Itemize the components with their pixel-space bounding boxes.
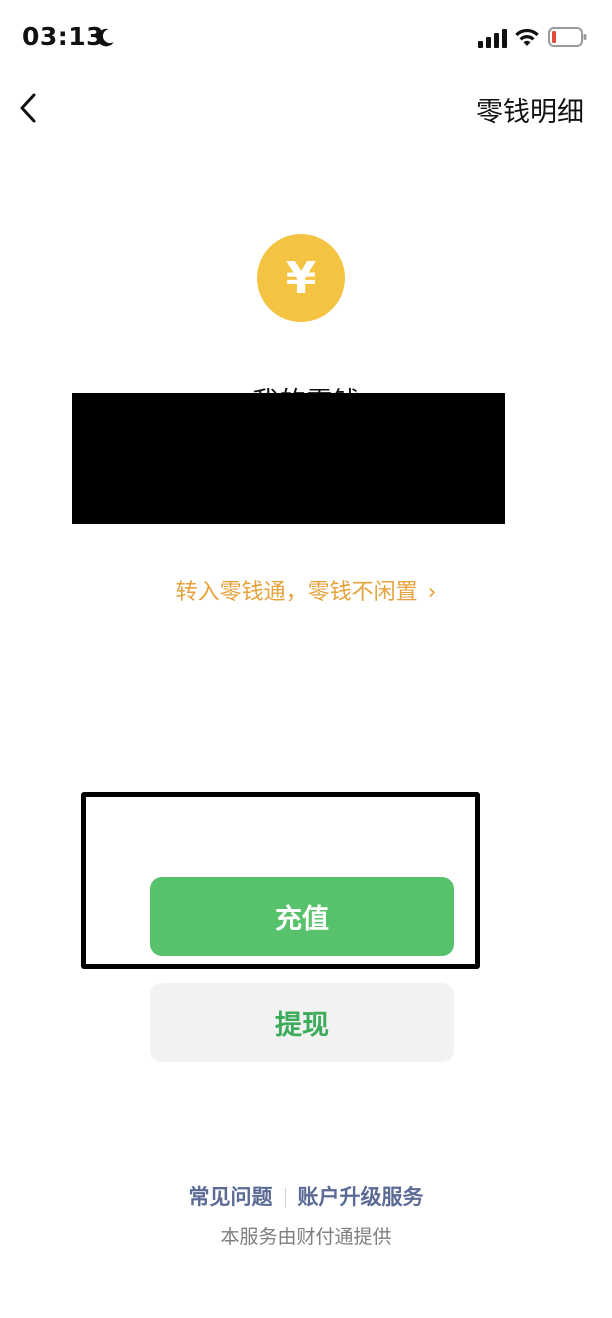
recharge-button[interactable]: 充值 — [150, 877, 454, 956]
back-button[interactable] — [10, 86, 50, 130]
transfer-link-text: 转入零钱通，零钱不闲置 — [175, 580, 418, 605]
faq-link[interactable]: 常见问题 — [189, 1185, 273, 1209]
battery-icon — [548, 27, 587, 47]
status-time: 03:13 — [22, 22, 105, 51]
redaction-block — [72, 393, 505, 524]
transfer-to-lingqiantong-link[interactable]: 转入零钱通，零钱不闲置 › — [0, 574, 612, 606]
footer-divider — [284, 1188, 286, 1208]
status-bar: 03:13 — [0, 0, 612, 76]
chevron-right-icon: › — [427, 580, 437, 605]
signal-icon — [478, 29, 507, 48]
account-upgrade-link[interactable]: 账户升级服务 — [298, 1185, 424, 1209]
currency-symbol: ¥ — [285, 252, 317, 304]
moon-icon — [97, 28, 114, 47]
provider-note: 本服务由财付通提供 — [220, 1226, 392, 1248]
footer-links: 常见问题 账户升级服务 — [0, 1181, 612, 1211]
wifi-icon — [515, 28, 539, 46]
yuan-coin-icon: ¥ — [257, 234, 345, 322]
withdraw-button[interactable]: 提现 — [150, 983, 454, 1062]
change-details-link[interactable]: 零钱明细 — [476, 90, 584, 129]
